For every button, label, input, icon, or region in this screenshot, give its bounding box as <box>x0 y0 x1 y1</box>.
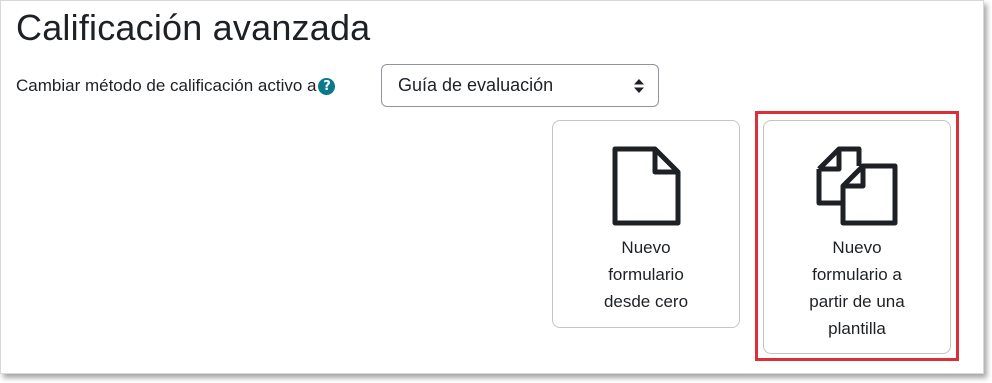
new-form-from-template-label: Nuevo formulario a partir de una plantil… <box>809 238 905 338</box>
file-icon <box>612 146 681 226</box>
sort-arrows-icon <box>634 78 644 93</box>
copy-files-icon <box>816 146 898 226</box>
new-form-from-scratch-label: Nuevo formulario desde cero <box>603 238 689 311</box>
question-circle-icon[interactable]: ? <box>318 77 336 95</box>
grading-method-row: Cambiar método de calificación activo a … <box>16 64 336 108</box>
page-title: Calificación avanzada <box>16 7 371 48</box>
grading-method-label: Cambiar método de calificación activo a <box>16 76 317 95</box>
grading-method-selected-value: Guía de evaluación <box>398 75 554 95</box>
new-form-from-template-button[interactable]: Nuevo formulario a partir de una plantil… <box>763 120 951 354</box>
grading-method-select[interactable]: Guía de evaluación <box>381 64 659 107</box>
advanced-grading-panel: Calificación avanzada Cambiar método de … <box>0 0 984 374</box>
new-form-from-scratch-button[interactable]: Nuevo formulario desde cero <box>552 120 740 328</box>
